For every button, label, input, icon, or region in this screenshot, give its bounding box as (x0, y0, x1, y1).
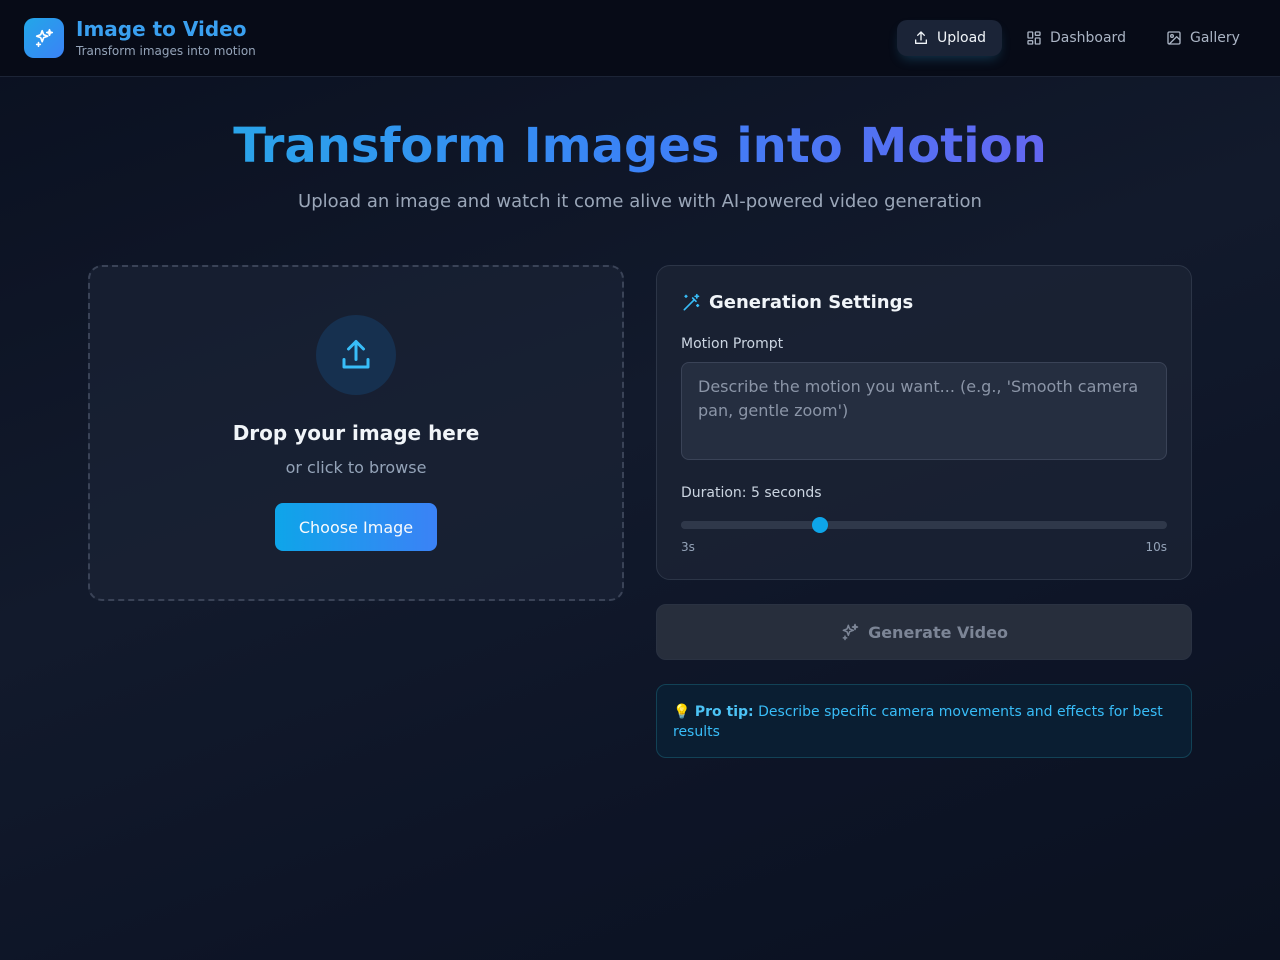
sparkles-icon (35, 28, 54, 48)
dropzone-subtitle: or click to browse (285, 458, 427, 477)
generation-settings-panel: Generation Settings Motion Prompt Durati… (656, 265, 1192, 580)
generate-video-button[interactable]: Generate Video (656, 604, 1192, 660)
lightbulb-icon: 💡 (673, 704, 691, 720)
pro-tip-label: Pro tip: (694, 704, 754, 720)
dashboard-grid-icon (1027, 31, 1041, 45)
app-logo[interactable] (24, 18, 64, 58)
nav-dashboard-label: Dashboard (1050, 30, 1126, 46)
nav-upload[interactable]: Upload (897, 20, 1003, 56)
upload-icon (915, 31, 927, 44)
app-subtitle: Transform images into motion (76, 44, 256, 58)
duration-slider-thumb[interactable] (811, 517, 828, 533)
duration-slider[interactable] (681, 517, 1167, 533)
app-header: Image to Video Transform images into mot… (0, 0, 1280, 77)
sparkles-icon (842, 623, 859, 641)
generate-video-label: Generate Video (868, 622, 1008, 642)
nav-gallery[interactable]: Gallery (1150, 20, 1256, 56)
app-title: Image to Video (76, 17, 247, 41)
nav-dashboard[interactable]: Dashboard (1010, 20, 1142, 56)
duration-slider-fill (681, 521, 820, 529)
choose-image-button[interactable]: Choose Image (275, 503, 437, 551)
motion-prompt-input[interactable] (681, 362, 1167, 460)
image-dropzone[interactable]: Drop your image here or click to browse … (88, 265, 624, 601)
settings-header: Generation Settings (681, 292, 913, 313)
upload-icon (342, 340, 370, 369)
dropzone-title: Drop your image here (232, 421, 480, 445)
settings-title: Generation Settings (709, 292, 914, 313)
nav-gallery-label: Gallery (1190, 30, 1240, 46)
image-icon (1167, 31, 1181, 45)
hero-subtitle: Upload an image and watch it come alive … (298, 191, 982, 212)
nav-upload-label: Upload (937, 30, 987, 46)
upload-circle (316, 315, 396, 395)
hero-title: Transform Images into Motion (0, 118, 1280, 174)
motion-prompt-label: Motion Prompt (681, 336, 784, 352)
duration-max-label: 10s (1145, 540, 1167, 554)
hero-title-text: Transform Images into Motion (233, 118, 1047, 174)
magic-wand-icon (683, 293, 700, 310)
duration-min-label: 3s (681, 540, 695, 554)
duration-label: Duration: 5 seconds (681, 485, 822, 501)
pro-tip-box: 💡 Pro tip: Describe specific camera move… (656, 684, 1192, 758)
